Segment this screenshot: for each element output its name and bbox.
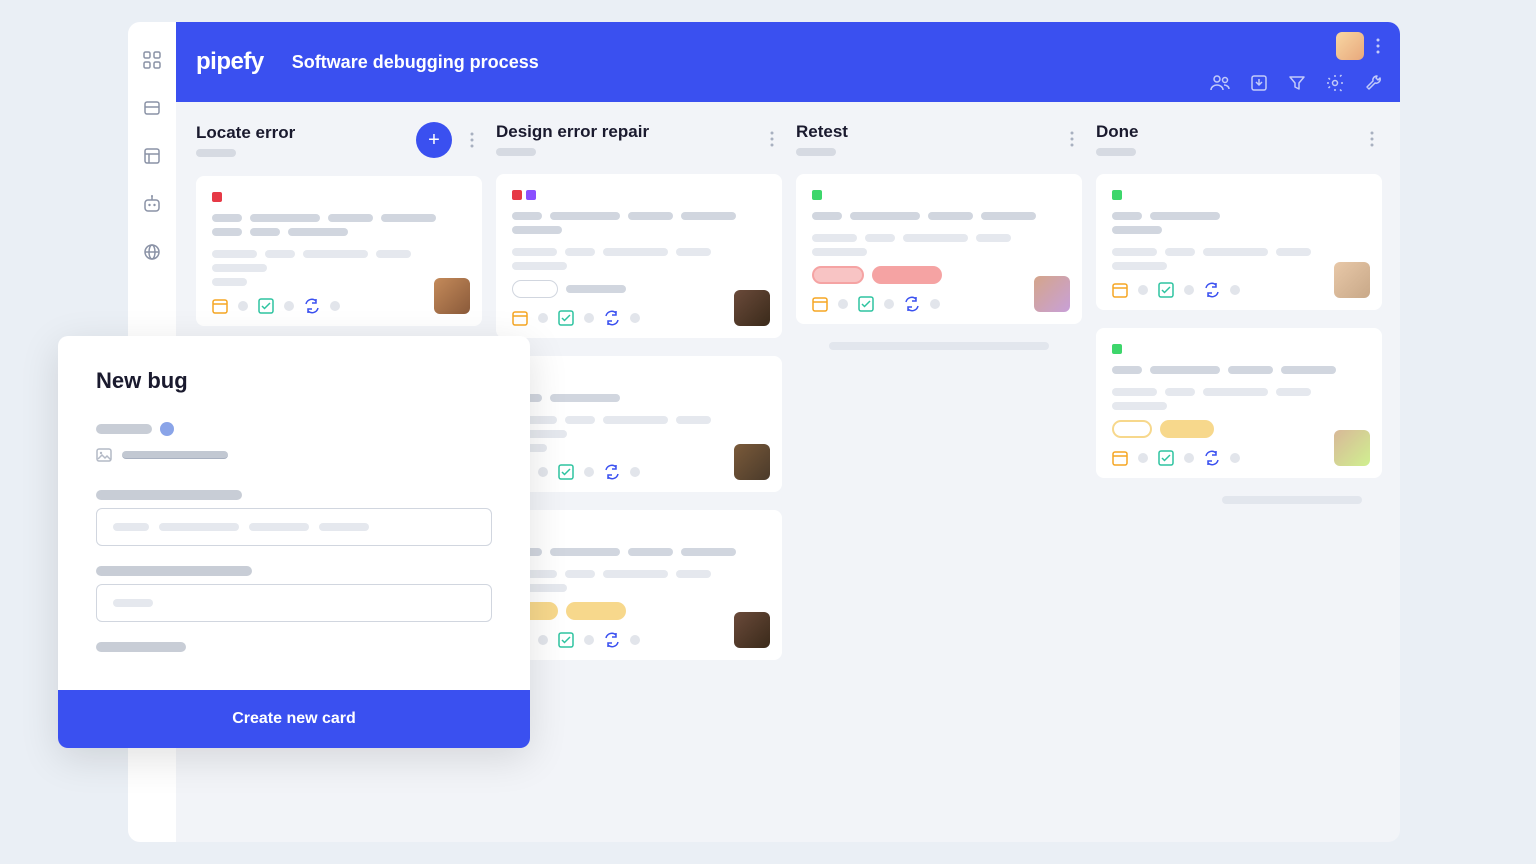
menu-dots-icon[interactable] — [1376, 38, 1380, 54]
header-toolbar — [1210, 74, 1382, 92]
column-menu-icon[interactable] — [1362, 131, 1382, 147]
assignee-avatar — [734, 290, 770, 326]
column-title: Design error repair — [496, 122, 649, 142]
tag-red — [212, 192, 222, 202]
kanban-card[interactable] — [1096, 174, 1382, 310]
column-menu-icon[interactable] — [462, 132, 482, 148]
sync-icon — [304, 298, 320, 314]
filter-icon[interactable] — [1288, 74, 1306, 92]
new-card-modal: New bug Create new card — [58, 336, 530, 748]
database-icon[interactable] — [142, 98, 162, 118]
assignee-avatar — [1334, 430, 1370, 466]
column-menu-icon[interactable] — [1062, 131, 1082, 147]
import-icon[interactable] — [1250, 74, 1268, 92]
check-icon — [258, 298, 274, 314]
column-title: Locate error — [196, 123, 295, 143]
kanban-card[interactable] — [1096, 328, 1382, 478]
avatar[interactable] — [1336, 32, 1364, 60]
kanban-card[interactable] — [796, 174, 1082, 324]
field-label-skel — [96, 490, 242, 500]
field-label-skel — [96, 424, 152, 434]
assignee-avatar — [734, 444, 770, 480]
wrench-icon[interactable] — [1364, 74, 1382, 92]
column-title: Done — [1096, 122, 1139, 142]
column-retest: Retest — [796, 122, 1082, 842]
attachment-icon[interactable] — [96, 448, 112, 462]
globe-icon[interactable] — [142, 242, 162, 262]
members-icon[interactable] — [1210, 74, 1230, 92]
card-placeholder — [1222, 496, 1362, 504]
column-design-repair: Design error repair — [496, 122, 782, 842]
header-profile — [1336, 32, 1380, 60]
column-title: Retest — [796, 122, 848, 142]
column-subtitle-skel — [196, 149, 236, 157]
create-card-button[interactable]: Create new card — [58, 690, 530, 748]
assignee-avatar — [1334, 262, 1370, 298]
column-menu-icon[interactable] — [762, 131, 782, 147]
field-label-skel — [96, 566, 252, 576]
add-card-button[interactable]: + — [416, 122, 452, 158]
logo: pipefy — [196, 48, 264, 76]
automation-icon[interactable] — [142, 194, 162, 214]
link-skel[interactable] — [122, 451, 228, 459]
settings-icon[interactable] — [1326, 74, 1344, 92]
header: pipefy Software debugging process — [176, 22, 1400, 102]
info-icon[interactable] — [160, 422, 174, 436]
field-label-skel — [96, 642, 186, 652]
kanban-card[interactable] — [496, 510, 782, 660]
text-input[interactable] — [96, 508, 492, 546]
assignee-avatar — [1034, 276, 1070, 312]
kanban-card[interactable] — [196, 176, 482, 326]
assignee-avatar — [734, 612, 770, 648]
page-title: Software debugging process — [292, 52, 539, 73]
due-icon — [212, 298, 228, 314]
modal-title: New bug — [96, 368, 492, 394]
text-input[interactable] — [96, 584, 492, 622]
column-done: Done — [1096, 122, 1382, 842]
assignee-avatar — [434, 278, 470, 314]
card-placeholder — [829, 342, 1049, 350]
column-header: Locate error + — [196, 122, 482, 158]
card-meta-icons — [212, 298, 466, 314]
reports-icon[interactable] — [142, 146, 162, 166]
kanban-card[interactable] — [496, 174, 782, 338]
apps-icon[interactable] — [142, 50, 162, 70]
kanban-card[interactable] — [496, 356, 782, 492]
